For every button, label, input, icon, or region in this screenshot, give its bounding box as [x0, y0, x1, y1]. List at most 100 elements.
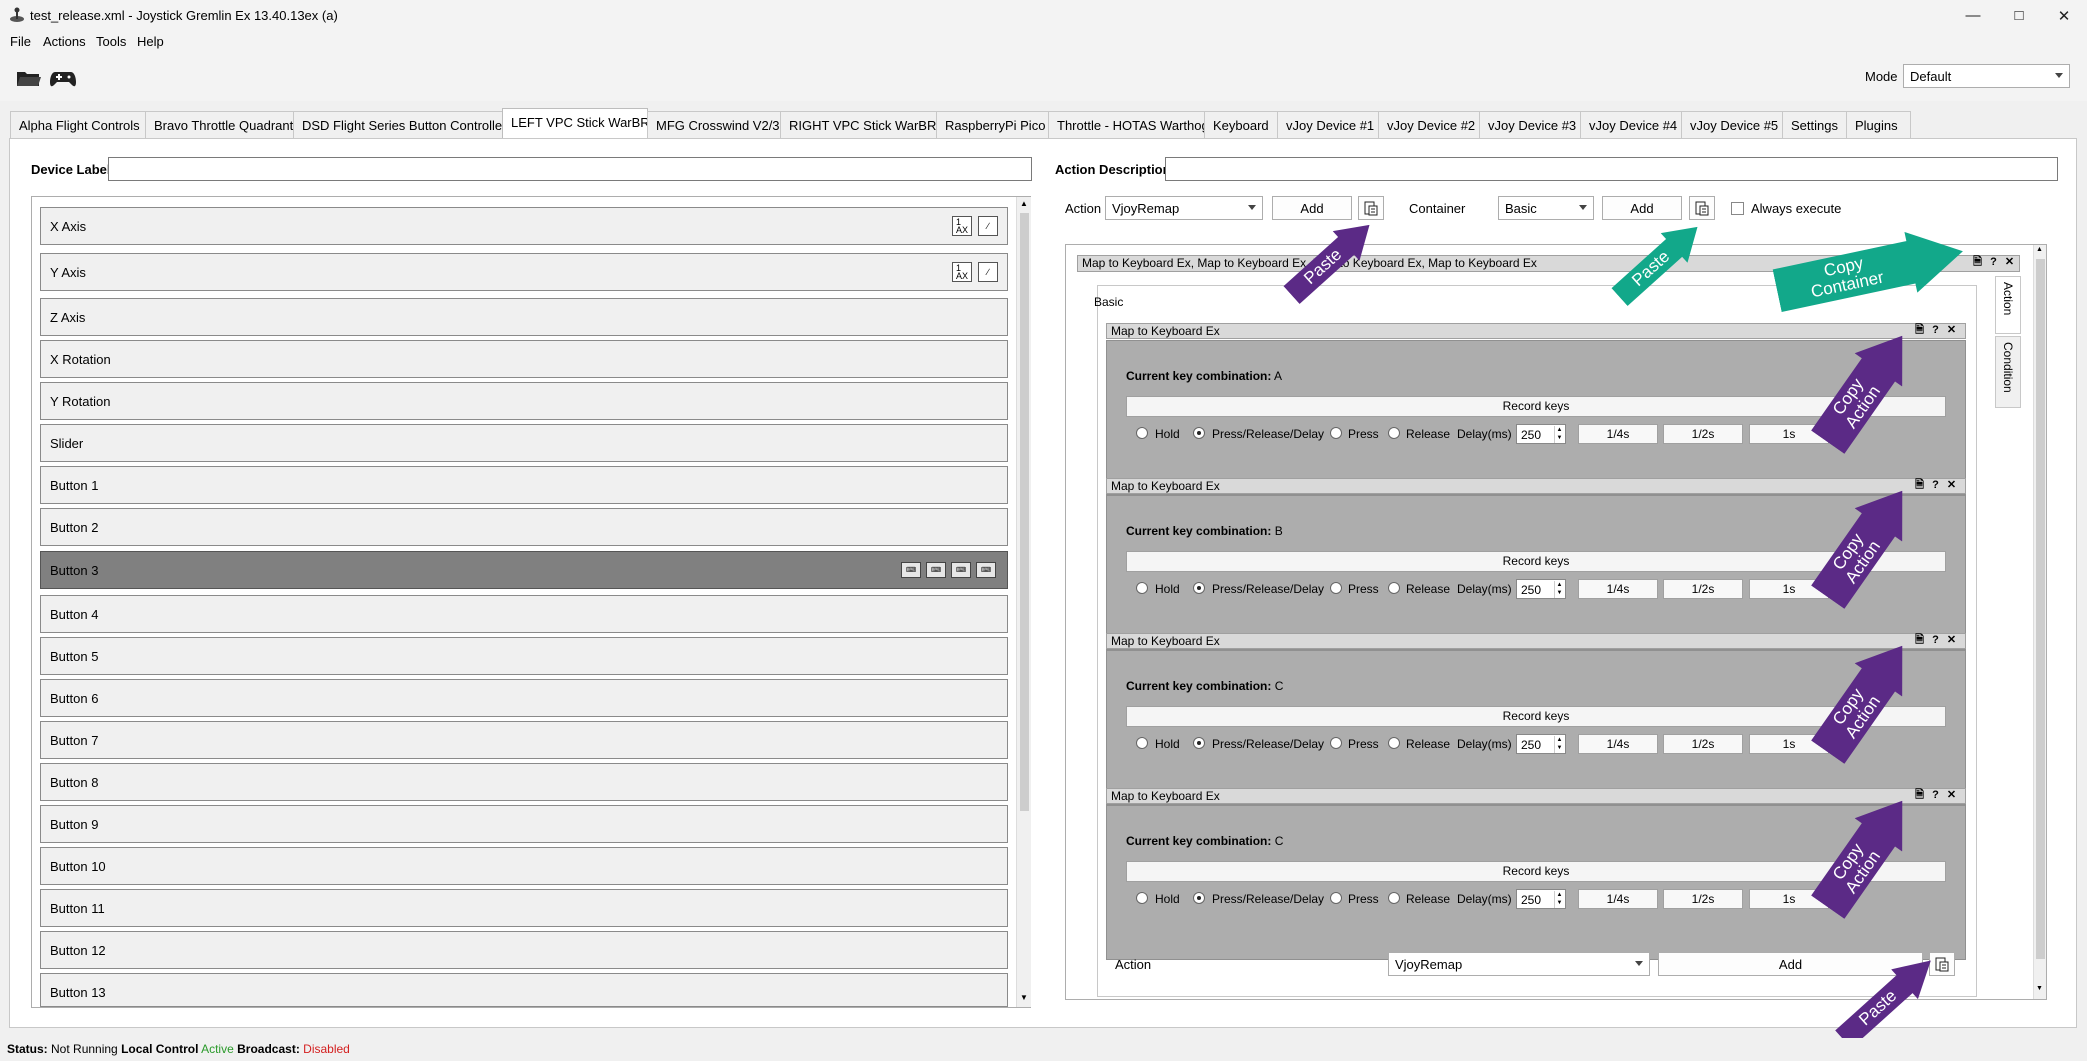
delay-spinbox[interactable]: 250 ▲ ▼	[1516, 424, 1566, 444]
spin-arrows-icon[interactable]: ▲ ▼	[1554, 581, 1564, 598]
scroll-up-icon[interactable]: ▲	[1020, 199, 1028, 208]
side-tab-condition[interactable]: Condition	[1995, 336, 2021, 408]
minimize-button[interactable]: —	[1950, 0, 1996, 31]
mode-radio-release[interactable]	[1388, 582, 1400, 594]
tab-vjoy-device-3[interactable]: vJoy Device #3	[1479, 111, 1581, 139]
tab-right-vpc-stick-warbrd[interactable]: RIGHT VPC Stick WarBRD	[780, 111, 946, 139]
side-tab-action[interactable]: Action	[1995, 276, 2021, 334]
tab-vjoy-device-5[interactable]: vJoy Device #5	[1681, 111, 1783, 139]
always-execute-checkbox[interactable]	[1731, 202, 1744, 215]
scrollbar-thumb[interactable]	[2036, 259, 2045, 959]
menu-actions[interactable]: Actions	[43, 34, 86, 49]
input-row-button-5[interactable]: Button 5	[40, 637, 1008, 675]
copy-action-icon[interactable]: 🗎	[1913, 324, 1926, 337]
input-row-button-10[interactable]: Button 10	[40, 847, 1008, 885]
action-type-dropdown[interactable]: VjoyRemap	[1105, 196, 1263, 220]
container-scrollbar[interactable]: ▲ ▼	[2033, 245, 2046, 999]
tab-throttle-hotas-warthog[interactable]: Throttle - HOTAS Warthog	[1048, 111, 1209, 139]
mode-radio-hold[interactable]	[1136, 582, 1148, 594]
mode-radio-press[interactable]	[1330, 582, 1342, 594]
delay-spinbox[interactable]: 250 ▲ ▼	[1516, 579, 1566, 599]
input-row-button-8[interactable]: Button 8	[40, 763, 1008, 801]
scroll-down-icon[interactable]: ▼	[2036, 985, 2043, 992]
delay-spinbox[interactable]: 250 ▲ ▼	[1516, 889, 1566, 909]
close-icon[interactable]: ✕	[1945, 479, 1958, 492]
menu-file[interactable]: File	[10, 34, 31, 49]
preset-quarter-second-button[interactable]: 1/4s	[1578, 579, 1658, 599]
tab-vjoy-device-4[interactable]: vJoy Device #4	[1580, 111, 1682, 139]
input-row-y-axis[interactable]: Y Axis 1 AX ∕	[40, 253, 1008, 291]
help-icon[interactable]: ?	[1929, 324, 1942, 337]
tab-keyboard[interactable]: Keyboard	[1204, 111, 1278, 139]
paste-container-button[interactable]	[1689, 196, 1715, 220]
scroll-up-icon[interactable]: ▲	[2036, 246, 2043, 253]
chevron-down-icon[interactable]	[1635, 961, 1643, 966]
mode-radio-press[interactable]	[1330, 427, 1342, 439]
input-row-button-12[interactable]: Button 12	[40, 931, 1008, 969]
input-row-y-rotation[interactable]: Y Rotation	[40, 382, 1008, 420]
help-icon[interactable]: ?	[1929, 479, 1942, 492]
preset-half-second-button[interactable]: 1/2s	[1663, 579, 1743, 599]
spin-arrows-icon[interactable]: ▲ ▼	[1554, 426, 1564, 443]
input-row-button-4[interactable]: Button 4	[40, 595, 1008, 633]
menu-help[interactable]: Help	[137, 34, 164, 49]
tab-plugins[interactable]: Plugins	[1846, 111, 1911, 139]
input-row-button-7[interactable]: Button 7	[40, 721, 1008, 759]
input-row-x-rotation[interactable]: X Rotation	[40, 340, 1008, 378]
tab-left-vpc-stick-warbrd[interactable]: LEFT VPC Stick WarBRD	[502, 108, 659, 139]
mode-radio-hold[interactable]	[1136, 737, 1148, 749]
tab-vjoy-device-1[interactable]: vJoy Device #1	[1277, 111, 1379, 139]
input-row-x-axis[interactable]: X Axis 1 AX ∕	[40, 207, 1008, 245]
spin-arrows-icon[interactable]: ▲ ▼	[1554, 736, 1564, 753]
menu-tools[interactable]: Tools	[96, 34, 126, 49]
help-icon[interactable]: ?	[1929, 789, 1942, 802]
copy-action-icon[interactable]: 🗎	[1913, 479, 1926, 492]
input-row-button-11[interactable]: Button 11	[40, 889, 1008, 927]
add-container-button[interactable]: Add	[1602, 196, 1682, 220]
scroll-down-icon[interactable]: ▼	[1020, 993, 1028, 1002]
bottom-paste-action-button[interactable]	[1929, 952, 1955, 976]
close-window-button[interactable]: ✕	[2041, 0, 2087, 31]
preset-half-second-button[interactable]: 1/2s	[1663, 889, 1743, 909]
mode-radio-hold[interactable]	[1136, 892, 1148, 904]
scrollbar-thumb[interactable]	[1020, 213, 1029, 811]
input-row-button-2[interactable]: Button 2	[40, 508, 1008, 546]
tab-raspberrypi-pico[interactable]: RaspberryPi Pico	[936, 111, 1049, 139]
mode-dropdown[interactable]: Default	[1903, 64, 2070, 88]
mode-radio-press-release-delay[interactable]	[1193, 427, 1205, 439]
mode-radio-press-release-delay[interactable]	[1193, 737, 1205, 749]
tab-alpha-flight-controls[interactable]: Alpha Flight Controls	[10, 111, 146, 139]
help-icon[interactable]: ?	[1987, 256, 2000, 269]
mode-radio-press[interactable]	[1330, 737, 1342, 749]
close-icon[interactable]: ✕	[1945, 634, 1958, 647]
input-row-button-1[interactable]: Button 1	[40, 466, 1008, 504]
maximize-button[interactable]: □	[1996, 0, 2042, 31]
device-label-input[interactable]	[108, 157, 1032, 181]
tab-mfg-crosswind[interactable]: MFG Crosswind V2/3	[647, 111, 781, 139]
copy-container-icon[interactable]: 🗎	[1971, 256, 1984, 269]
preset-quarter-second-button[interactable]: 1/4s	[1578, 734, 1658, 754]
input-list-scrollbar[interactable]: ▲ ▼	[1016, 197, 1031, 1007]
mode-radio-press[interactable]	[1330, 892, 1342, 904]
mode-radio-press-release-delay[interactable]	[1193, 892, 1205, 904]
close-icon[interactable]: ✕	[2003, 256, 2016, 269]
input-row-button-13[interactable]: Button 13	[40, 973, 1008, 1007]
tab-bravo-throttle-quadrant[interactable]: Bravo Throttle Quadrant	[145, 111, 294, 139]
bottom-action-type-dropdown[interactable]: VjoyRemap	[1388, 952, 1650, 976]
tab-dsd-flight-series[interactable]: DSD Flight Series Button Controller	[293, 111, 506, 139]
help-icon[interactable]: ?	[1929, 634, 1942, 647]
preset-half-second-button[interactable]: 1/2s	[1663, 734, 1743, 754]
mode-radio-release[interactable]	[1388, 892, 1400, 904]
mode-radio-hold[interactable]	[1136, 427, 1148, 439]
close-icon[interactable]: ✕	[1945, 789, 1958, 802]
add-action-button[interactable]: Add	[1272, 196, 1352, 220]
preset-quarter-second-button[interactable]: 1/4s	[1578, 889, 1658, 909]
mode-radio-release[interactable]	[1388, 427, 1400, 439]
copy-action-icon[interactable]: 🗎	[1913, 634, 1926, 647]
delay-spinbox[interactable]: 250 ▲ ▼	[1516, 734, 1566, 754]
mode-radio-press-release-delay[interactable]	[1193, 582, 1205, 594]
tab-settings[interactable]: Settings	[1782, 111, 1847, 139]
paste-action-button[interactable]	[1358, 196, 1384, 220]
gamepad-icon[interactable]	[49, 67, 77, 89]
action-description-input[interactable]	[1165, 157, 2058, 181]
